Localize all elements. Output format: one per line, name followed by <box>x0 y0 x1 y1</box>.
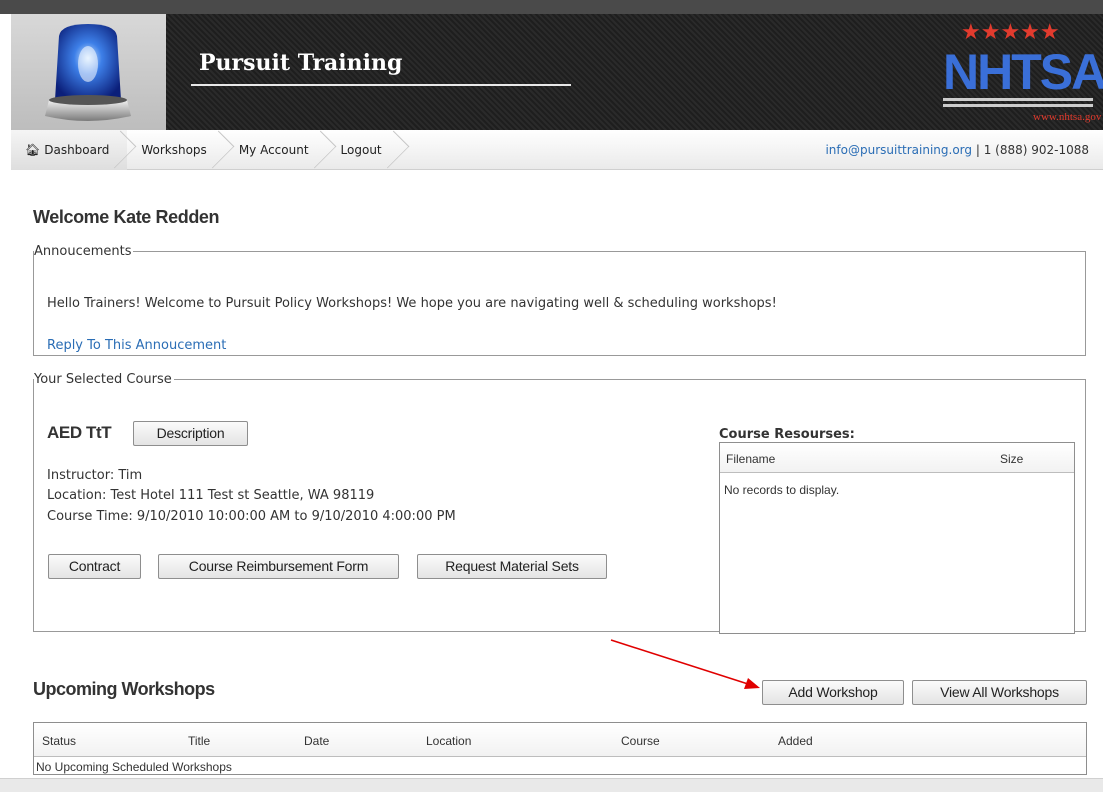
column-header-filename[interactable]: Filename <box>726 452 775 466</box>
contact-info: info@pursuittraining.org | 1 (888) 902-1… <box>825 130 1089 170</box>
course-resources-title: Course Resourses: <box>719 427 855 442</box>
nav-workshops-label: Workshops <box>141 143 207 157</box>
nav-dashboard[interactable]: 🏠︎ Dashboard <box>11 130 128 170</box>
selected-course-box: Your Selected Course AED TtT Description… <box>33 372 1086 634</box>
contract-button[interactable]: Contract <box>48 554 141 579</box>
nav-logout[interactable]: Logout <box>327 130 400 170</box>
column-header-location[interactable]: Location <box>426 734 471 748</box>
nav-my-account[interactable]: My Account <box>225 130 327 170</box>
description-button[interactable]: Description <box>133 421 248 446</box>
column-header-course[interactable]: Course <box>621 734 660 748</box>
selected-course-legend: Your Selected Course <box>34 372 172 387</box>
nhtsa-wordmark: NHTSA <box>943 44 1103 100</box>
course-time: Course Time: 9/10/2010 10:00:00 AM to 9/… <box>47 509 456 524</box>
top-strip <box>0 0 1103 14</box>
contact-phone: 1 (888) 902-1088 <box>983 143 1089 157</box>
column-header-status[interactable]: Status <box>42 734 76 748</box>
resources-header-row: Filename Size <box>720 443 1074 473</box>
stars-icon: ★★★★★ <box>961 20 1060 45</box>
nav-bar: 🏠︎ Dashboard Workshops My Account Logout … <box>11 130 1103 170</box>
nav-logout-label: Logout <box>340 143 382 157</box>
nav-workshops[interactable]: Workshops <box>127 130 224 170</box>
announcements-box: Annoucements Hello Trainers! Welcome to … <box>33 244 1086 356</box>
contact-separator: | <box>972 143 984 157</box>
nav-my-account-label: My Account <box>238 143 309 157</box>
add-workshop-button[interactable]: Add Workshop <box>762 680 904 705</box>
welcome-heading: Welcome Kate Redden <box>33 207 220 227</box>
view-all-workshops-button[interactable]: View All Workshops <box>912 680 1087 705</box>
home-icon: 🏠︎ <box>25 143 41 157</box>
course-name: AED TtT <box>47 423 112 442</box>
contact-email-link[interactable]: info@pursuittraining.org <box>825 143 972 157</box>
reimbursement-form-button[interactable]: Course Reimbursement Form <box>158 554 399 579</box>
reply-announcement-link[interactable]: Reply To This Annoucement <box>47 338 226 353</box>
resources-empty-message: No records to display. <box>724 483 840 497</box>
column-header-size[interactable]: Size <box>1000 452 1023 466</box>
column-header-added[interactable]: Added <box>778 734 813 748</box>
nav-dashboard-label: Dashboard <box>44 143 110 157</box>
course-location: Location: Test Hotel 111 Test st Seattle… <box>47 488 375 503</box>
column-header-date[interactable]: Date <box>304 734 329 748</box>
course-instructor: Instructor: Tim <box>47 468 143 483</box>
nhtsa-logo: ★★★★★ NHTSA www.nhtsa.gov <box>943 20 1103 123</box>
column-header-title[interactable]: Title <box>188 734 210 748</box>
siren-logo <box>11 14 166 130</box>
page-footer <box>0 778 1103 792</box>
workshops-header-row: Status Title Date Location Course Added <box>34 723 1086 757</box>
site-header: Pursuit Training ★★★★★ NHTSA www.nhtsa.g… <box>11 14 1103 130</box>
site-title: Pursuit Training <box>199 50 403 76</box>
nhtsa-url: www.nhtsa.gov <box>1033 111 1102 123</box>
upcoming-workshops-heading: Upcoming Workshops <box>33 679 215 699</box>
announcement-message: Hello Trainers! Welcome to Pursuit Polic… <box>47 296 777 311</box>
upcoming-workshops-table: Status Title Date Location Course Added … <box>33 722 1087 775</box>
siren-icon <box>45 24 131 121</box>
svg-text:★★★★★: ★★★★★ <box>961 20 1060 45</box>
request-material-sets-button[interactable]: Request Material Sets <box>417 554 607 579</box>
announcements-legend: Annoucements <box>34 244 132 259</box>
workshops-empty-message: No Upcoming Scheduled Workshops <box>36 760 232 774</box>
course-resources-table: Filename Size No records to display. <box>719 442 1075 634</box>
title-underline <box>191 84 571 86</box>
